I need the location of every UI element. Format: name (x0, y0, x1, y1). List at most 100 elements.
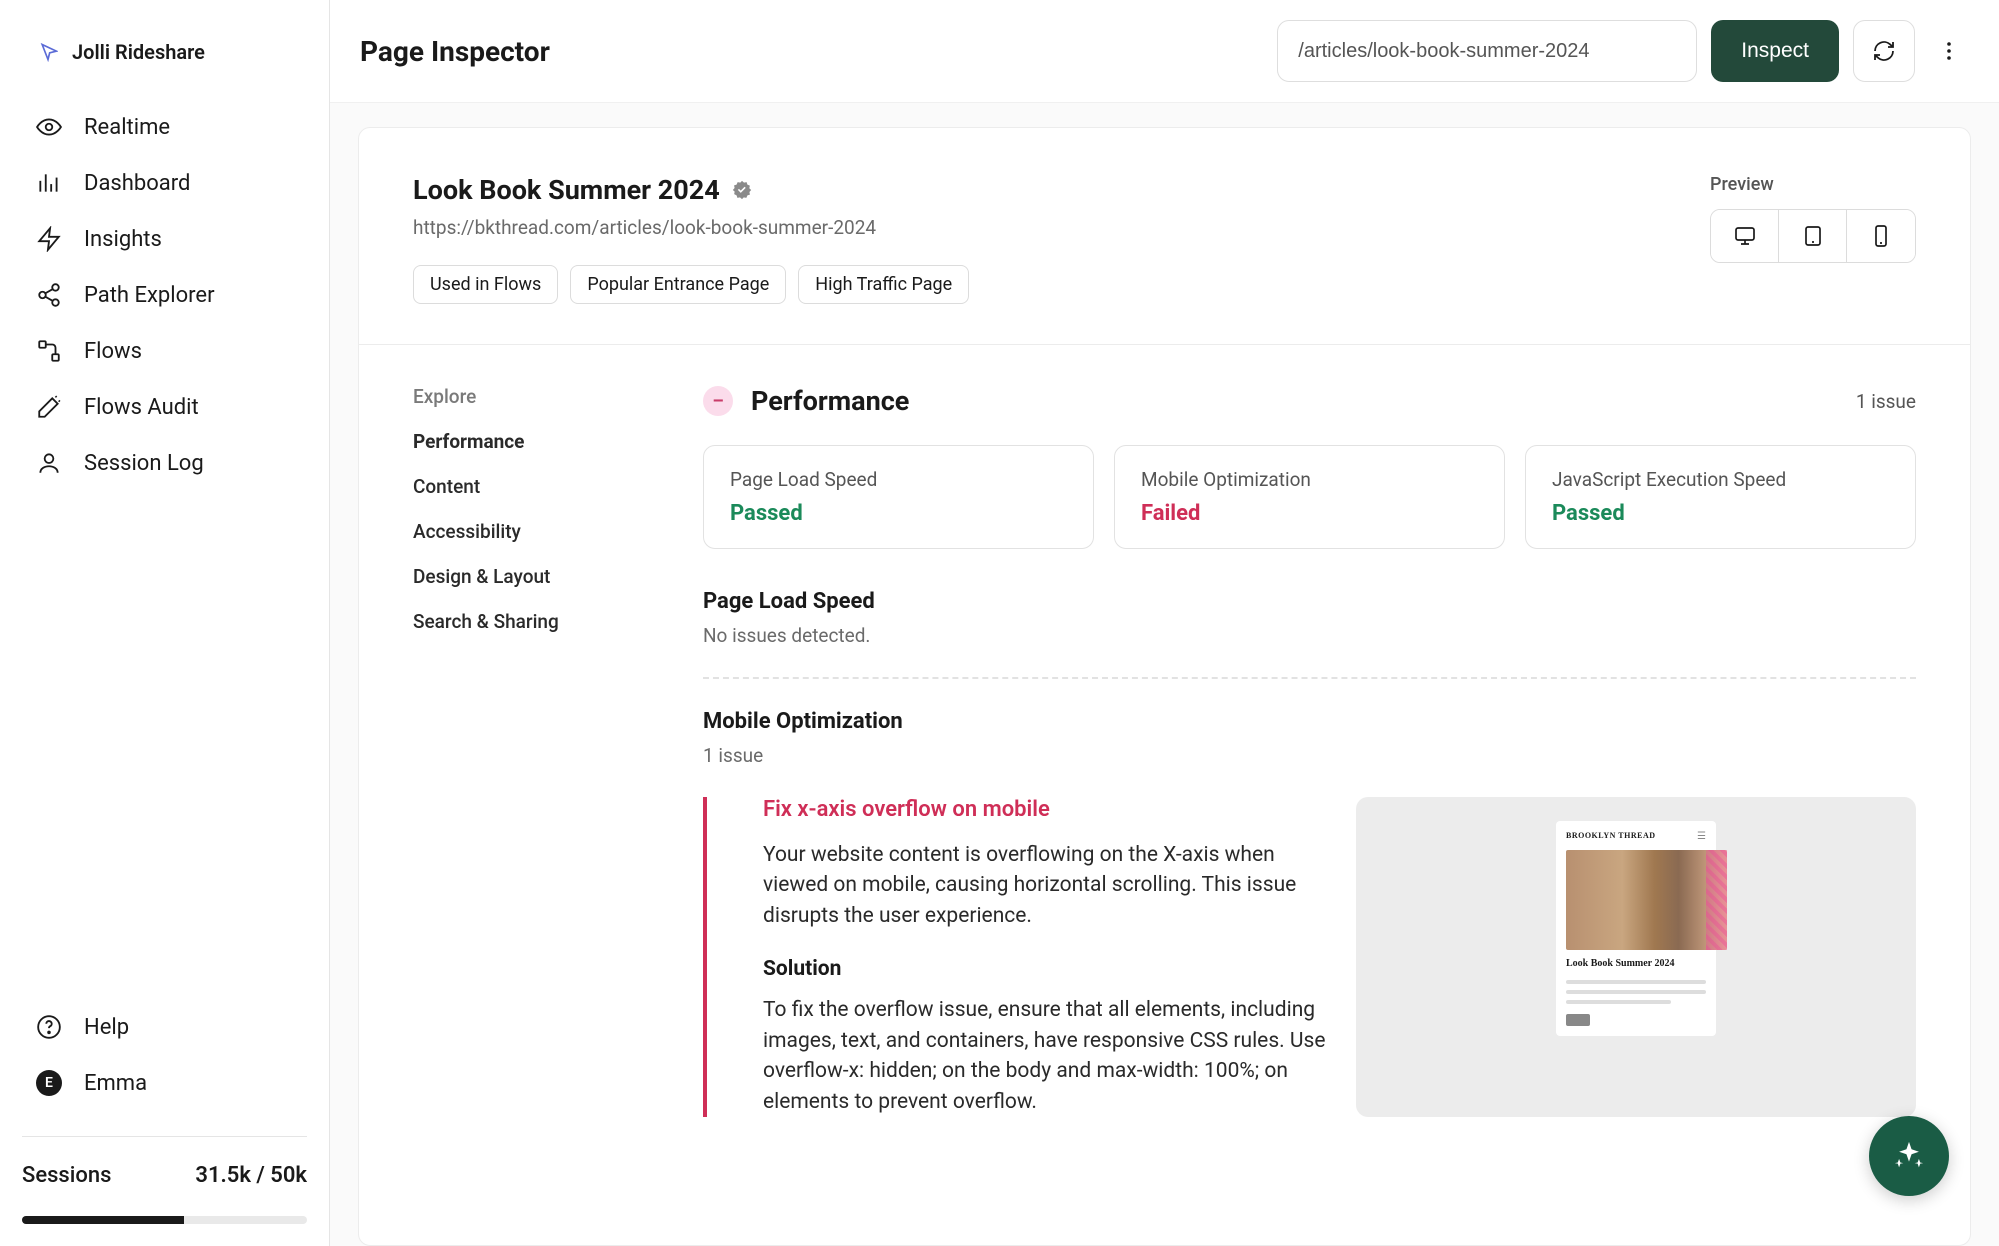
nav-help[interactable]: Help (36, 1014, 293, 1040)
dots-vertical-icon (1937, 39, 1961, 63)
solution-heading: Solution (763, 957, 1326, 981)
main: Page Inspector Inspect Look Book Summer … (330, 0, 1999, 1246)
explore-item-search[interactable]: Search & Sharing (413, 610, 653, 633)
sub-text: No issues detected. (703, 624, 1916, 647)
user-icon (36, 450, 62, 476)
card-title: Look Book Summer 2024 (413, 174, 720, 206)
preview-block: Preview (1710, 174, 1916, 263)
device-mobile-button[interactable] (1847, 210, 1915, 262)
explore-item-accessibility[interactable]: Accessibility (413, 520, 653, 543)
nav-flows-audit[interactable]: Flows Audit (36, 394, 293, 420)
mobile-icon (1869, 224, 1893, 248)
issue-card: Fix x-axis overflow on mobile Your websi… (703, 797, 1326, 1117)
chip-popular-entrance[interactable]: Popular Entrance Page (570, 265, 786, 304)
issue-count: 1 issue (1856, 390, 1916, 413)
phone-text-line (1566, 980, 1706, 984)
explore-item-content[interactable]: Content (413, 475, 653, 498)
phone-title: Look Book Summer 2024 (1566, 958, 1706, 970)
content-card: Look Book Summer 2024 https://bkthread.c… (358, 127, 1971, 1246)
preview-card: BROOKLYN THREAD ☰ Look Book Summer 2024 (1356, 797, 1916, 1117)
avatar: E (36, 1070, 62, 1096)
device-tablet-button[interactable] (1779, 210, 1847, 262)
nav-label: Flows (84, 339, 142, 364)
usage-block: Sessions 31.5k / 50k (22, 1136, 307, 1224)
nav-realtime[interactable]: Realtime (36, 114, 293, 140)
metric-name: Page Load Speed (730, 468, 1067, 491)
sub-title: Mobile Optimization (703, 709, 1916, 734)
url-input[interactable] (1277, 20, 1697, 82)
divider (703, 677, 1916, 679)
device-desktop-button[interactable] (1711, 210, 1779, 262)
section-header: – Performance 1 issue (703, 385, 1916, 417)
sub-title: Page Load Speed (703, 589, 1916, 614)
device-toggle (1710, 209, 1916, 263)
refresh-button[interactable] (1853, 20, 1915, 82)
metric-js-exec[interactable]: JavaScript Execution Speed Passed (1525, 445, 1916, 549)
chip-used-in-flows[interactable]: Used in Flows (413, 265, 558, 304)
nav-path-explorer[interactable]: Path Explorer (36, 282, 293, 308)
nav-label: Insights (84, 227, 162, 252)
nav-dashboard[interactable]: Dashboard (36, 170, 293, 196)
explore-nav: Explore Performance Content Accessibilit… (413, 385, 653, 1117)
brand[interactable]: Jolli Rideshare (22, 30, 307, 104)
hamburger-icon: ☰ (1697, 831, 1706, 842)
inspect-button[interactable]: Inspect (1711, 20, 1839, 82)
minus-icon: – (703, 386, 733, 416)
nav-session-log[interactable]: Session Log (36, 450, 293, 476)
help-icon (36, 1014, 62, 1040)
refresh-icon (1872, 39, 1896, 63)
card-body: Explore Performance Content Accessibilit… (359, 345, 1970, 1157)
sub-mobile-opt: Mobile Optimization 1 issue (703, 709, 1916, 767)
more-button[interactable] (1929, 20, 1969, 82)
nav-insights[interactable]: Insights (36, 226, 293, 252)
page-title: Page Inspector (360, 35, 550, 68)
tablet-icon (1801, 224, 1825, 248)
explore-item-design[interactable]: Design & Layout (413, 565, 653, 588)
sub-page-load: Page Load Speed No issues detected. (703, 589, 1916, 647)
nav: Realtime Dashboard Insights Path Explore… (22, 104, 307, 486)
sparkle-icon (1892, 1139, 1926, 1173)
metric-name: Mobile Optimization (1141, 468, 1478, 491)
usage-label: Sessions (22, 1163, 111, 1188)
bolt-icon (36, 226, 62, 252)
nav-label: Realtime (84, 115, 170, 140)
bars-icon (36, 170, 62, 196)
phone-preview: BROOKLYN THREAD ☰ Look Book Summer 2024 (1556, 821, 1716, 1036)
nav-flows[interactable]: Flows (36, 338, 293, 364)
verified-icon (732, 180, 752, 200)
nav-user[interactable]: E Emma (36, 1070, 293, 1096)
fab-button[interactable] (1869, 1116, 1949, 1196)
usage-value: 31.5k / 50k (195, 1163, 307, 1188)
detail: – Performance 1 issue Page Load Speed Pa… (703, 385, 1916, 1117)
card-header: Look Book Summer 2024 https://bkthread.c… (359, 128, 1970, 345)
desktop-icon (1733, 224, 1757, 248)
metric-name: JavaScript Execution Speed (1552, 468, 1889, 491)
topbar: Page Inspector Inspect (330, 0, 1999, 103)
sidebar: Jolli Rideshare Realtime Dashboard Insig… (0, 0, 330, 1246)
issue-body: Your website content is overflowing on t… (763, 840, 1326, 931)
brand-icon (36, 40, 60, 64)
metric-cards: Page Load Speed Passed Mobile Optimizati… (703, 445, 1916, 549)
issue-row: Fix x-axis overflow on mobile Your websi… (703, 797, 1916, 1117)
share-icon (36, 282, 62, 308)
phone-brand: BROOKLYN THREAD (1566, 832, 1656, 841)
metric-mobile-opt[interactable]: Mobile Optimization Failed (1114, 445, 1505, 549)
metric-status: Passed (730, 501, 1067, 526)
wand-icon (36, 394, 62, 420)
eye-icon (36, 114, 62, 140)
nav-label: Dashboard (84, 171, 190, 196)
explore-heading: Explore (413, 385, 653, 408)
nav-label: Help (84, 1015, 129, 1040)
usage-bar-fill (22, 1216, 184, 1224)
metric-status: Passed (1552, 501, 1889, 526)
sidebar-bottom: Help E Emma (22, 1004, 307, 1106)
metric-status: Failed (1141, 501, 1478, 526)
chip-high-traffic[interactable]: High Traffic Page (798, 265, 969, 304)
flows-icon (36, 338, 62, 364)
issue-title: Fix x-axis overflow on mobile (763, 797, 1326, 822)
card-url: https://bkthread.com/articles/look-book-… (413, 216, 969, 239)
phone-text-line (1566, 990, 1706, 994)
explore-item-performance[interactable]: Performance (413, 430, 653, 453)
metric-page-load[interactable]: Page Load Speed Passed (703, 445, 1094, 549)
overflow-highlight (1706, 850, 1727, 950)
